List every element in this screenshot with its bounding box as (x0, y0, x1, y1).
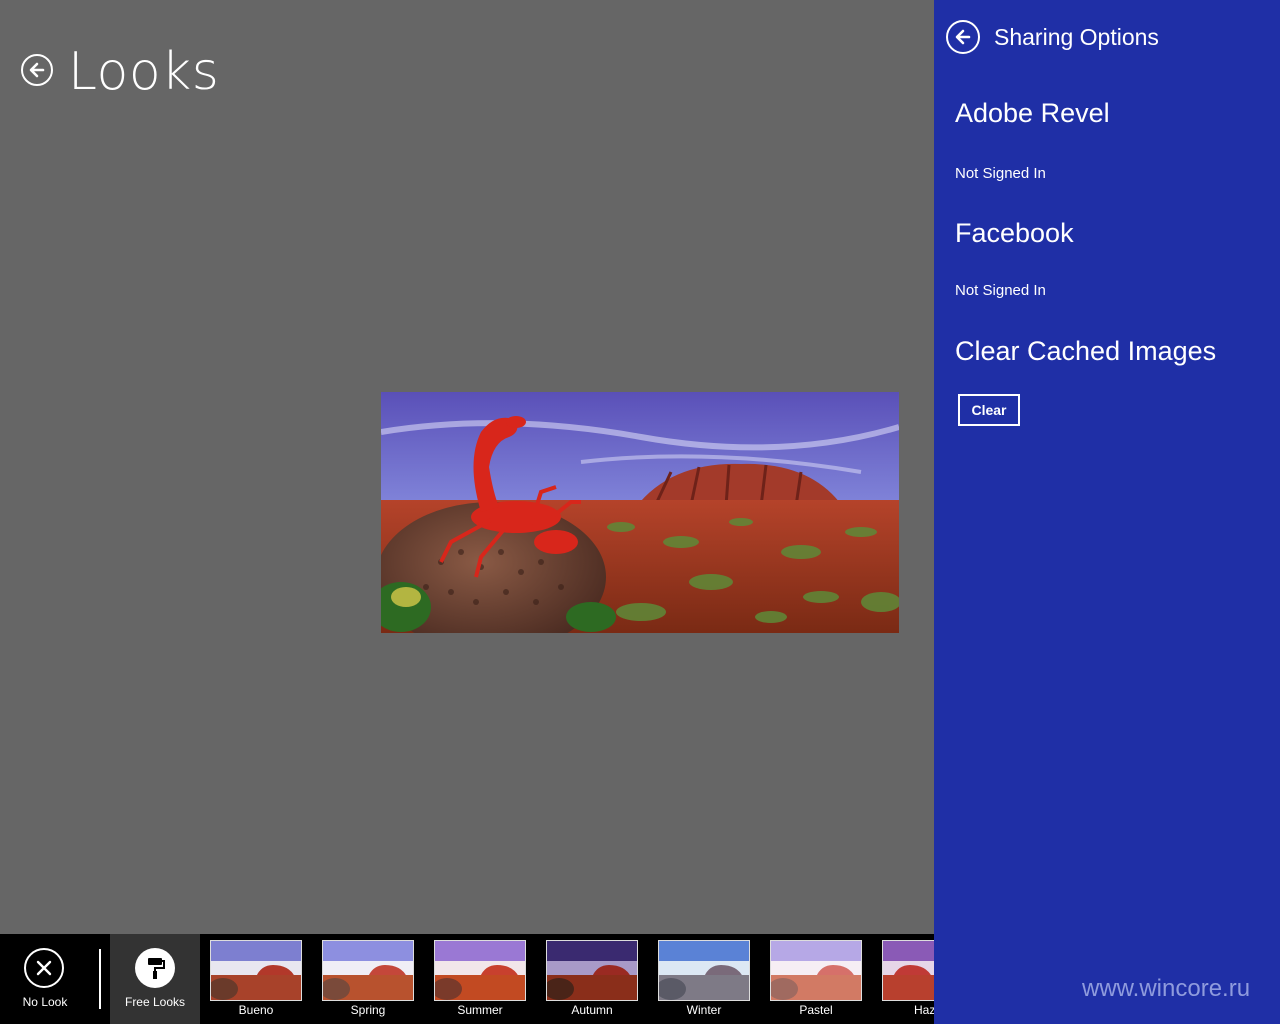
thumb-image (770, 940, 862, 1001)
panel-title: Sharing Options (994, 24, 1159, 50)
thumb-image (434, 940, 526, 1001)
facebook-heading: Facebook (955, 218, 1074, 248)
look-thumb-winter[interactable]: Winter (658, 940, 750, 1024)
preview-photo (381, 392, 899, 633)
clear-cache-heading: Clear Cached Images (955, 336, 1217, 366)
thumb-image (322, 940, 414, 1001)
arrow-left-icon (955, 29, 971, 45)
free-looks-button[interactable]: Free Looks (110, 934, 200, 1024)
page-title: Looks (68, 42, 220, 102)
thumb-image (210, 940, 302, 1001)
thumb-label: Spring (350, 1003, 386, 1017)
thumb-label: Autumn (571, 1003, 613, 1017)
bar-divider (99, 949, 101, 1009)
look-thumb-spring[interactable]: Spring (322, 940, 414, 1024)
looks-bar: No Look Free Looks Bueno Spring Summer A… (0, 934, 934, 1024)
looks-canvas: Looks (0, 0, 934, 1024)
adobe-revel-heading: Adobe Revel (955, 98, 1110, 128)
look-thumb-autumn[interactable]: Autumn (546, 940, 638, 1024)
facebook-status[interactable]: Not Signed In (955, 282, 1046, 299)
paint-roller-icon (135, 948, 175, 988)
watermark: www.wincore.ru (1082, 975, 1251, 1002)
no-look-label: No Look (22, 995, 68, 1009)
thumb-label: Bueno (238, 1003, 274, 1017)
arrow-left-icon (29, 62, 45, 78)
thumb-image (882, 940, 934, 1001)
thumb-label: Winter (686, 1003, 722, 1017)
look-thumb-bueno[interactable]: Bueno (210, 940, 302, 1024)
back-button[interactable] (21, 54, 53, 86)
free-looks-label: Free Looks (124, 995, 186, 1009)
look-thumb-haze[interactable]: Haze (882, 940, 934, 1024)
look-thumb-pastel[interactable]: Pastel (770, 940, 862, 1024)
thumb-image (546, 940, 638, 1001)
look-thumb-summer[interactable]: Summer (434, 940, 526, 1024)
thumb-image (658, 940, 750, 1001)
adobe-revel-status[interactable]: Not Signed In (955, 165, 1046, 182)
panel-back-button[interactable] (946, 20, 980, 54)
x-circle-icon (24, 948, 64, 988)
thumb-label: Pastel (799, 1003, 833, 1017)
thumb-label: Haze (913, 1003, 934, 1017)
no-look-button[interactable]: No Look (0, 934, 90, 1024)
clear-cache-button[interactable]: Clear (958, 394, 1020, 426)
thumb-label: Summer (457, 1003, 503, 1017)
sharing-options-panel: Sharing Options Adobe Revel Not Signed I… (934, 0, 1280, 1024)
